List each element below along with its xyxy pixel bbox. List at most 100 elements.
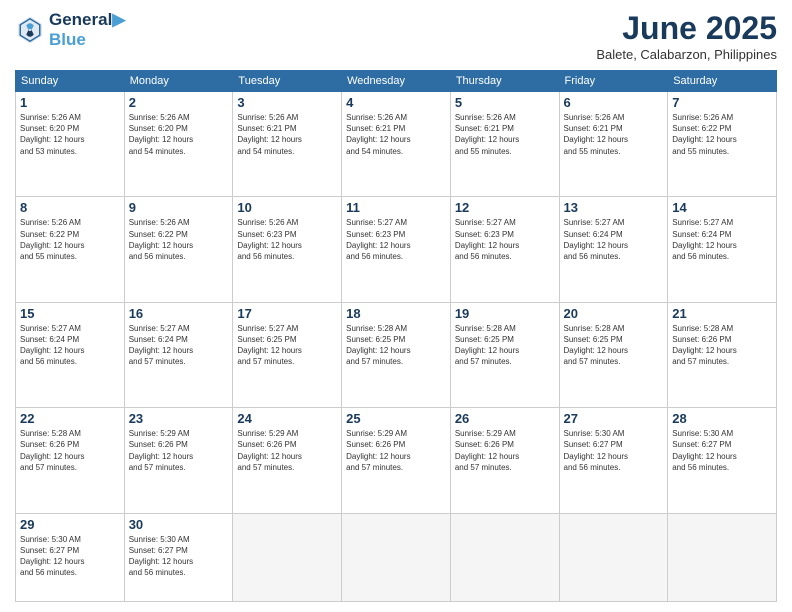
calendar-table: Sunday Monday Tuesday Wednesday Thursday… bbox=[15, 70, 777, 602]
day-number: 6 bbox=[564, 95, 664, 110]
empty-cell bbox=[668, 513, 777, 601]
empty-cell bbox=[233, 513, 342, 601]
day-cell-25: 25 Sunrise: 5:29 AMSunset: 6:26 PMDaylig… bbox=[342, 408, 451, 513]
table-row: 15 Sunrise: 5:27 AMSunset: 6:24 PMDaylig… bbox=[16, 302, 777, 407]
day-number: 25 bbox=[346, 411, 446, 426]
weekday-header-row: Sunday Monday Tuesday Wednesday Thursday… bbox=[16, 71, 777, 92]
day-number: 17 bbox=[237, 306, 337, 321]
day-info: Sunrise: 5:29 AMSunset: 6:26 PMDaylight:… bbox=[237, 428, 337, 473]
calendar-page: General▶ Blue June 2025 Balete, Calabarz… bbox=[0, 0, 792, 612]
day-info: Sunrise: 5:26 AMSunset: 6:21 PMDaylight:… bbox=[455, 112, 555, 157]
day-number: 22 bbox=[20, 411, 120, 426]
day-info: Sunrise: 5:28 AMSunset: 6:26 PMDaylight:… bbox=[672, 323, 772, 368]
day-info: Sunrise: 5:27 AMSunset: 6:23 PMDaylight:… bbox=[346, 217, 446, 262]
day-cell-23: 23 Sunrise: 5:29 AMSunset: 6:26 PMDaylig… bbox=[124, 408, 233, 513]
day-cell-2: 2 Sunrise: 5:26 AMSunset: 6:20 PMDayligh… bbox=[124, 92, 233, 197]
table-row: 22 Sunrise: 5:28 AMSunset: 6:26 PMDaylig… bbox=[16, 408, 777, 513]
day-number: 11 bbox=[346, 200, 446, 215]
day-number: 18 bbox=[346, 306, 446, 321]
day-cell-24: 24 Sunrise: 5:29 AMSunset: 6:26 PMDaylig… bbox=[233, 408, 342, 513]
logo-icon bbox=[15, 15, 45, 45]
day-info: Sunrise: 5:27 AMSunset: 6:24 PMDaylight:… bbox=[129, 323, 229, 368]
day-cell-6: 6 Sunrise: 5:26 AMSunset: 6:21 PMDayligh… bbox=[559, 92, 668, 197]
table-row: 29 Sunrise: 5:30 AMSunset: 6:27 PMDaylig… bbox=[16, 513, 777, 601]
header-sunday: Sunday bbox=[16, 71, 125, 92]
header-thursday: Thursday bbox=[450, 71, 559, 92]
day-info: Sunrise: 5:26 AMSunset: 6:20 PMDaylight:… bbox=[20, 112, 120, 157]
day-info: Sunrise: 5:26 AMSunset: 6:22 PMDaylight:… bbox=[129, 217, 229, 262]
day-number: 14 bbox=[672, 200, 772, 215]
day-cell-14: 14 Sunrise: 5:27 AMSunset: 6:24 PMDaylig… bbox=[668, 197, 777, 302]
location: Balete, Calabarzon, Philippines bbox=[596, 47, 777, 62]
day-cell-28: 28 Sunrise: 5:30 AMSunset: 6:27 PMDaylig… bbox=[668, 408, 777, 513]
day-number: 30 bbox=[129, 517, 229, 532]
day-cell-3: 3 Sunrise: 5:26 AMSunset: 6:21 PMDayligh… bbox=[233, 92, 342, 197]
day-number: 3 bbox=[237, 95, 337, 110]
day-number: 5 bbox=[455, 95, 555, 110]
day-number: 13 bbox=[564, 200, 664, 215]
day-info: Sunrise: 5:30 AMSunset: 6:27 PMDaylight:… bbox=[20, 534, 120, 579]
day-cell-7: 7 Sunrise: 5:26 AMSunset: 6:22 PMDayligh… bbox=[668, 92, 777, 197]
day-info: Sunrise: 5:29 AMSunset: 6:26 PMDaylight:… bbox=[346, 428, 446, 473]
day-number: 24 bbox=[237, 411, 337, 426]
day-info: Sunrise: 5:30 AMSunset: 6:27 PMDaylight:… bbox=[129, 534, 229, 579]
day-number: 4 bbox=[346, 95, 446, 110]
day-info: Sunrise: 5:28 AMSunset: 6:25 PMDaylight:… bbox=[346, 323, 446, 368]
day-cell-11: 11 Sunrise: 5:27 AMSunset: 6:23 PMDaylig… bbox=[342, 197, 451, 302]
day-cell-20: 20 Sunrise: 5:28 AMSunset: 6:25 PMDaylig… bbox=[559, 302, 668, 407]
day-cell-10: 10 Sunrise: 5:26 AMSunset: 6:23 PMDaylig… bbox=[233, 197, 342, 302]
day-number: 29 bbox=[20, 517, 120, 532]
day-cell-17: 17 Sunrise: 5:27 AMSunset: 6:25 PMDaylig… bbox=[233, 302, 342, 407]
day-info: Sunrise: 5:26 AMSunset: 6:21 PMDaylight:… bbox=[346, 112, 446, 157]
day-info: Sunrise: 5:26 AMSunset: 6:21 PMDaylight:… bbox=[237, 112, 337, 157]
day-number: 8 bbox=[20, 200, 120, 215]
day-cell-8: 8 Sunrise: 5:26 AMSunset: 6:22 PMDayligh… bbox=[16, 197, 125, 302]
day-number: 20 bbox=[564, 306, 664, 321]
day-number: 21 bbox=[672, 306, 772, 321]
empty-cell bbox=[450, 513, 559, 601]
day-info: Sunrise: 5:28 AMSunset: 6:26 PMDaylight:… bbox=[20, 428, 120, 473]
day-info: Sunrise: 5:30 AMSunset: 6:27 PMDaylight:… bbox=[564, 428, 664, 473]
day-info: Sunrise: 5:27 AMSunset: 6:24 PMDaylight:… bbox=[672, 217, 772, 262]
day-number: 15 bbox=[20, 306, 120, 321]
logo-text: General▶ Blue bbox=[49, 10, 125, 49]
day-number: 27 bbox=[564, 411, 664, 426]
day-number: 12 bbox=[455, 200, 555, 215]
day-cell-30: 30 Sunrise: 5:30 AMSunset: 6:27 PMDaylig… bbox=[124, 513, 233, 601]
day-cell-26: 26 Sunrise: 5:29 AMSunset: 6:26 PMDaylig… bbox=[450, 408, 559, 513]
day-info: Sunrise: 5:27 AMSunset: 6:23 PMDaylight:… bbox=[455, 217, 555, 262]
day-info: Sunrise: 5:29 AMSunset: 6:26 PMDaylight:… bbox=[129, 428, 229, 473]
day-info: Sunrise: 5:27 AMSunset: 6:25 PMDaylight:… bbox=[237, 323, 337, 368]
day-number: 19 bbox=[455, 306, 555, 321]
header-friday: Friday bbox=[559, 71, 668, 92]
logo: General▶ Blue bbox=[15, 10, 125, 49]
table-row: 1 Sunrise: 5:26 AMSunset: 6:20 PMDayligh… bbox=[16, 92, 777, 197]
day-cell-19: 19 Sunrise: 5:28 AMSunset: 6:25 PMDaylig… bbox=[450, 302, 559, 407]
day-info: Sunrise: 5:26 AMSunset: 6:22 PMDaylight:… bbox=[672, 112, 772, 157]
day-cell-13: 13 Sunrise: 5:27 AMSunset: 6:24 PMDaylig… bbox=[559, 197, 668, 302]
day-cell-22: 22 Sunrise: 5:28 AMSunset: 6:26 PMDaylig… bbox=[16, 408, 125, 513]
day-cell-4: 4 Sunrise: 5:26 AMSunset: 6:21 PMDayligh… bbox=[342, 92, 451, 197]
month-title: June 2025 bbox=[596, 10, 777, 47]
day-cell-15: 15 Sunrise: 5:27 AMSunset: 6:24 PMDaylig… bbox=[16, 302, 125, 407]
day-number: 10 bbox=[237, 200, 337, 215]
header-monday: Monday bbox=[124, 71, 233, 92]
day-cell-9: 9 Sunrise: 5:26 AMSunset: 6:22 PMDayligh… bbox=[124, 197, 233, 302]
day-info: Sunrise: 5:28 AMSunset: 6:25 PMDaylight:… bbox=[455, 323, 555, 368]
header-tuesday: Tuesday bbox=[233, 71, 342, 92]
day-cell-21: 21 Sunrise: 5:28 AMSunset: 6:26 PMDaylig… bbox=[668, 302, 777, 407]
day-cell-1: 1 Sunrise: 5:26 AMSunset: 6:20 PMDayligh… bbox=[16, 92, 125, 197]
header-saturday: Saturday bbox=[668, 71, 777, 92]
day-info: Sunrise: 5:28 AMSunset: 6:25 PMDaylight:… bbox=[564, 323, 664, 368]
day-number: 26 bbox=[455, 411, 555, 426]
day-info: Sunrise: 5:26 AMSunset: 6:23 PMDaylight:… bbox=[237, 217, 337, 262]
day-info: Sunrise: 5:29 AMSunset: 6:26 PMDaylight:… bbox=[455, 428, 555, 473]
day-number: 16 bbox=[129, 306, 229, 321]
day-info: Sunrise: 5:26 AMSunset: 6:21 PMDaylight:… bbox=[564, 112, 664, 157]
day-info: Sunrise: 5:27 AMSunset: 6:24 PMDaylight:… bbox=[20, 323, 120, 368]
day-number: 9 bbox=[129, 200, 229, 215]
day-cell-18: 18 Sunrise: 5:28 AMSunset: 6:25 PMDaylig… bbox=[342, 302, 451, 407]
header: General▶ Blue June 2025 Balete, Calabarz… bbox=[15, 10, 777, 62]
day-info: Sunrise: 5:26 AMSunset: 6:20 PMDaylight:… bbox=[129, 112, 229, 157]
day-info: Sunrise: 5:27 AMSunset: 6:24 PMDaylight:… bbox=[564, 217, 664, 262]
